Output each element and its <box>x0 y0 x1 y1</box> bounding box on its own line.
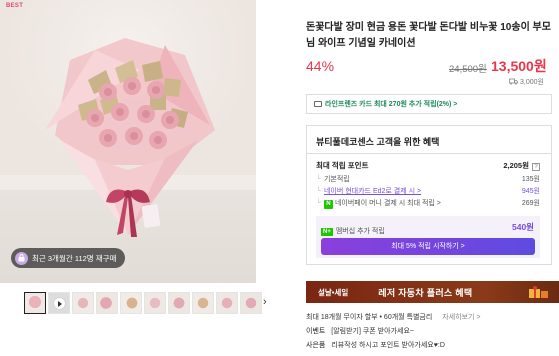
sale-price: 13,500원 <box>491 58 547 74</box>
gift-text: 리뷰작성 하시고 포인트 받아가세요♥:D <box>331 342 445 349</box>
basic-points-value: 135원 <box>521 176 540 183</box>
event-label: 이벤트 <box>306 328 326 335</box>
money-points-value: 269원 <box>521 200 540 207</box>
max-points-value: 2,205원? <box>503 160 540 172</box>
product-title: 돈꽃다발 장미 현금 용돈 꽃다발 돈다발 비누꽃 10송이 부모님 와이프 기… <box>306 22 551 49</box>
thumbnail-6[interactable] <box>144 292 166 314</box>
card-points-link[interactable]: 네이버 현대카드 Ed2로 결제 시 > <box>324 188 421 195</box>
thumbnail-next-arrow-icon[interactable]: › <box>263 296 267 308</box>
max-points-label: 최대 적립 포인트 <box>316 161 369 170</box>
help-icon[interactable]: ? <box>532 163 540 171</box>
play-icon <box>58 301 62 307</box>
best-tag: BEST <box>6 3 24 9</box>
event-text[interactable]: [알림받기] 쿠폰 받아가세요~ <box>331 328 414 335</box>
membership-value: 540원 <box>511 222 534 232</box>
naverpay-icon: N <box>323 200 333 209</box>
thumbnail-9[interactable] <box>216 292 238 314</box>
benefit-heading: 뷰티풀데코센스 고객을 위한 혜택 <box>307 126 551 154</box>
thumbnail-8[interactable] <box>192 292 214 314</box>
installment-info: 최대 18개월 무이자 할부 • 60개월 특별금리 자세히보기 > <box>306 312 480 322</box>
thumbnail-1[interactable] <box>24 292 46 314</box>
credit-card-icon <box>314 101 322 107</box>
banner-main-text: 레저 자동차 플러스 혜택 <box>378 287 473 298</box>
thumbnail-10[interactable] <box>240 292 262 314</box>
truck-icon <box>509 78 518 87</box>
card-promo-box[interactable]: 라인프렌즈 카드 최대 270원 추가 적립(2%) > <box>306 94 552 114</box>
tree-branch-icon: └ <box>316 200 321 207</box>
basic-points-row: └ 기본적립 135원 <box>316 174 551 186</box>
thumbnail-4[interactable] <box>96 292 118 314</box>
product-gallery: BEST 최근 3개월간 112명 재구매 › <box>0 0 292 356</box>
money-points-row: └ N 네이버페이 머니 결제 시 최대 적립 > 269원 <box>316 198 551 210</box>
benefit-box: 뷰티풀데코센스 고객을 위한 혜택 최대 적립 포인트 2,205원? └ 기본적… <box>306 125 552 265</box>
main-product-image[interactable]: BEST 최근 3개월간 112명 재구매 <box>0 0 256 283</box>
membership-label: 멤버십 추가 적립 <box>335 228 385 235</box>
original-price: 24,500원 <box>449 64 487 75</box>
max-points-row: 최대 적립 포인트 2,205원? <box>316 160 551 174</box>
installment-text: 최대 18개월 무이자 할부 • 60개월 특별금리 <box>306 314 433 321</box>
shipping-fee-value: 3,000원 <box>520 79 544 86</box>
gift-label: 사은품 <box>306 342 326 349</box>
thumbnail-5[interactable] <box>120 292 142 314</box>
discount-rate: 44% <box>306 58 335 74</box>
gift-info: 사은품 리뷰작성 하시고 포인트 받아가세요♥:D <box>306 340 445 350</box>
card-points-row: └ 네이버 현대카드 Ed2로 결제 시 > 945원 <box>316 186 551 198</box>
bouquet-illustration <box>45 38 215 237</box>
basic-points-label: 기본적립 <box>323 176 350 183</box>
thumbnail-3[interactable] <box>72 292 94 314</box>
repurchase-badge: 최근 3개월간 112명 재구매 <box>11 248 126 268</box>
card-promo-text: 라인프렌즈 카드 최대 270원 추가 적립(2%) > <box>325 101 458 108</box>
card-points-value: 945원 <box>521 188 540 195</box>
thumbnail-strip <box>24 292 272 314</box>
tree-branch-icon: └ <box>316 188 321 195</box>
event-banner[interactable]: 설날•세일 레저 자동차 플러스 혜택 <box>306 281 559 303</box>
repurchase-icon <box>15 251 28 265</box>
thumbnail-7[interactable] <box>168 292 190 314</box>
tree-branch-icon: └ <box>316 176 321 183</box>
repurchase-text: 최근 3개월간 112명 재구매 <box>32 253 117 263</box>
thumbnail-video[interactable] <box>48 292 70 314</box>
membership-start-button[interactable]: 최대 5% 적립 시작하기 > <box>321 238 535 255</box>
money-points-link[interactable]: 네이버페이 머니 결제 시 최대 적립 > <box>335 200 441 207</box>
installment-more-link[interactable]: 자세히보기 > <box>442 314 480 321</box>
shipping-fee: 3,000원 <box>509 77 544 87</box>
banner-sale-label: 설날•세일 <box>318 287 349 297</box>
gift-box-icon <box>529 286 548 298</box>
event-info: 이벤트 [알림받기] 쿠폰 받아가세요~ <box>306 326 414 336</box>
naver-plus-chip: N+ <box>321 228 333 236</box>
membership-box: N+ 멤버십 추가 적립 540원 최대 5% 적립 시작하기 > <box>316 216 540 258</box>
product-info: 돈꽃다발 장미 현금 용돈 꽃다발 돈다발 비누꽃 10송이 부모님 와이프 기… <box>306 0 559 356</box>
